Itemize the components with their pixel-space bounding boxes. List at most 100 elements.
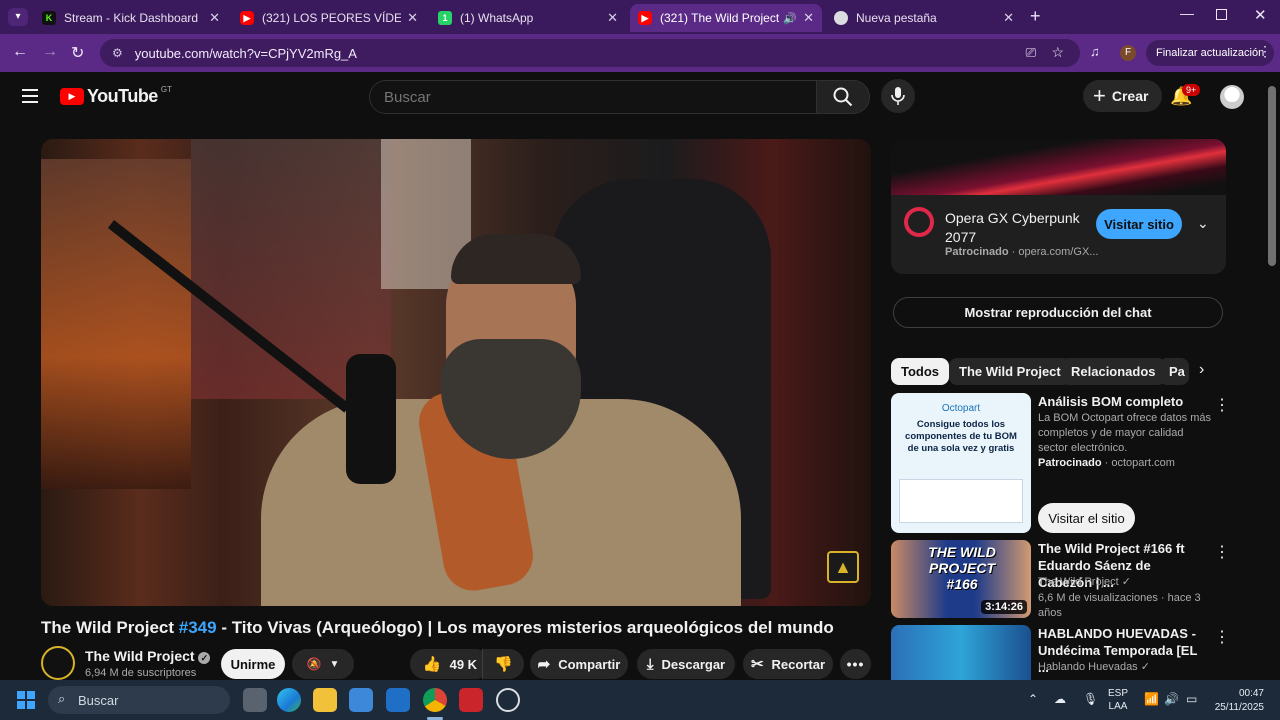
- more-vertical-icon[interactable]: ⋮: [1214, 542, 1230, 562]
- app-red-icon[interactable]: [459, 688, 483, 712]
- rec-channel[interactable]: The Wild Project ✓: [1038, 575, 1131, 590]
- install-icon[interactable]: ⎚: [1026, 45, 1036, 61]
- tab-whatsapp[interactable]: 1 (1) WhatsApp ✕: [430, 4, 626, 32]
- clip-label: Recortar: [771, 656, 826, 672]
- chip-partial[interactable]: Pa: [1159, 358, 1189, 385]
- hashtag-link[interactable]: #349: [179, 618, 217, 637]
- close-window-button[interactable]: ✕: [1254, 6, 1267, 24]
- address-bar[interactable]: ⚙ youtube.com/watch?v=CPjYV2mRg_A ⎚ ☆: [100, 39, 1080, 67]
- close-icon[interactable]: ✕: [1003, 10, 1014, 26]
- volume-icon[interactable]: 🔊: [1164, 692, 1179, 706]
- like-button[interactable]: 👍 49 K: [410, 649, 490, 679]
- clock[interactable]: 00:47 25/11/2025: [1208, 687, 1264, 715]
- sponsored-ad-card[interactable]: Opera GX Cyberpunk 2077 Patrocinado · op…: [891, 139, 1226, 274]
- maximize-button[interactable]: [1216, 9, 1227, 20]
- rec-channel[interactable]: Hablando Huevadas ✓: [1038, 660, 1150, 675]
- wifi-icon[interactable]: 📶: [1144, 692, 1159, 706]
- screenshot-mock: [899, 479, 1023, 523]
- ad-thumbnail[interactable]: Octopart Consigue todos los componentes …: [891, 393, 1031, 533]
- list-item[interactable]: HABLANDO HUEVADAS - Undécima Temporada […: [891, 625, 1226, 680]
- video-thumbnail[interactable]: THE WILD PROJECT #166 3:14:26: [891, 540, 1031, 618]
- taskbar-search-label: Buscar: [78, 692, 119, 708]
- minimize-button[interactable]: —: [1180, 5, 1194, 21]
- more-vertical-icon[interactable]: ⋮: [1214, 395, 1230, 415]
- microphone-icon[interactable]: 🎙: [1083, 692, 1098, 706]
- visit-site-button[interactable]: Visitar el sitio: [1038, 503, 1135, 533]
- clip-button[interactable]: ✂ Recortar: [743, 649, 833, 679]
- rec-sponsored-line: Patrocinado · octopart.com: [1038, 457, 1175, 469]
- windows-start-icon[interactable]: [17, 691, 35, 709]
- chevron-down-icon[interactable]: ⌄: [1197, 215, 1209, 232]
- video-thumbnail[interactable]: [891, 625, 1031, 680]
- rec-title[interactable]: Análisis BOM completo: [1038, 393, 1208, 410]
- close-icon[interactable]: ✕: [209, 10, 220, 26]
- channel-avatar[interactable]: [41, 646, 75, 680]
- close-icon[interactable]: ✕: [803, 10, 814, 26]
- channel-name[interactable]: The Wild Project ✓: [85, 648, 211, 664]
- share-button[interactable]: ➦ Compartir: [530, 649, 628, 679]
- hamburger-menu-icon[interactable]: [22, 89, 38, 103]
- new-tab-button[interactable]: +: [1030, 6, 1041, 27]
- guest-hair: [451, 234, 581, 284]
- chevron-right-icon[interactable]: ›: [1199, 361, 1204, 379]
- download-button[interactable]: ⤓ Descargar: [637, 649, 735, 679]
- dislike-button[interactable]: 👎: [482, 649, 524, 679]
- voice-search-button[interactable]: [881, 79, 915, 113]
- more-actions-button[interactable]: •••: [840, 649, 871, 679]
- site-info-icon[interactable]: ⚙: [112, 46, 123, 60]
- chip-the-wild-project[interactable]: The Wild Project: [949, 358, 1071, 385]
- chrome-icon: [834, 11, 848, 25]
- tab-youtube-1[interactable]: ▶ (321) LOS PEORES VÍDEOS PAR ✕: [232, 4, 426, 32]
- language-indicator[interactable]: ESP LAA: [1108, 687, 1128, 713]
- chip-relacionados[interactable]: Relacionados: [1061, 358, 1166, 385]
- speaker-icon[interactable]: 🔊: [783, 12, 797, 25]
- ad-title[interactable]: Opera GX Cyberpunk 2077: [945, 209, 1085, 247]
- outlook-icon[interactable]: [386, 688, 410, 712]
- chevron-up-icon[interactable]: ⌃: [1028, 692, 1038, 706]
- tab-new-tab[interactable]: Nueva pestaña ✕: [826, 4, 1022, 32]
- join-button[interactable]: Unirme: [221, 649, 285, 679]
- profile-avatar[interactable]: F: [1120, 45, 1136, 61]
- onedrive-icon[interactable]: ☁: [1054, 692, 1066, 706]
- chrome-icon[interactable]: [423, 688, 447, 712]
- microphone: [346, 354, 396, 484]
- more-horizontal-icon: •••: [846, 656, 865, 672]
- account-avatar[interactable]: [1220, 85, 1244, 109]
- app-circle-icon[interactable]: [496, 688, 520, 712]
- visit-site-button[interactable]: Visitar sitio: [1096, 209, 1182, 239]
- chip-todos[interactable]: Todos: [891, 358, 950, 385]
- list-item[interactable]: Octopart Consigue todos los componentes …: [891, 393, 1230, 533]
- subscribed-notifications-button[interactable]: 🔕 ▼: [292, 649, 354, 679]
- create-label: Crear: [1111, 88, 1149, 104]
- media-controls-icon[interactable]: ♫: [1090, 44, 1100, 59]
- page-scrollbar[interactable]: [1268, 86, 1276, 266]
- tab-search-dropdown[interactable]: ▾: [8, 8, 28, 26]
- search-input[interactable]: [369, 80, 817, 114]
- taskbar-search[interactable]: ⌕ Buscar: [48, 686, 230, 714]
- battery-icon[interactable]: ▭: [1186, 692, 1197, 706]
- chat-replay-button[interactable]: Mostrar reproducción del chat: [893, 297, 1223, 328]
- channel-watermark-icon[interactable]: ▲: [827, 551, 859, 583]
- task-view-icon[interactable]: [243, 688, 267, 712]
- close-icon[interactable]: ✕: [407, 10, 418, 26]
- file-explorer-icon[interactable]: [313, 688, 337, 712]
- search-button[interactable]: [816, 80, 870, 114]
- create-button[interactable]: + Crear: [1083, 80, 1163, 112]
- close-icon[interactable]: ✕: [607, 10, 618, 26]
- tab-title: (1) WhatsApp: [460, 11, 534, 25]
- bookmark-star-icon[interactable]: ☆: [1051, 44, 1064, 61]
- list-item[interactable]: THE WILD PROJECT #166 3:14:26 The Wild P…: [891, 540, 1230, 619]
- tab-youtube-active[interactable]: ▶ (321) The Wild Project #349 🔊 ✕: [630, 4, 822, 32]
- forward-button[interactable]: →: [42, 43, 58, 61]
- menu-icon[interactable]: ⋮: [1258, 43, 1272, 60]
- more-vertical-icon[interactable]: ⋮: [1214, 627, 1226, 647]
- tab-kick[interactable]: K Stream - Kick Dashboard ✕: [34, 4, 228, 32]
- reload-button[interactable]: ↻: [71, 43, 84, 63]
- store-icon[interactable]: [349, 688, 373, 712]
- update-button[interactable]: Finalizar actualización: [1146, 40, 1275, 66]
- microphone-icon: [891, 87, 905, 105]
- back-button[interactable]: ←: [12, 43, 28, 61]
- video-player[interactable]: ▲: [41, 139, 871, 606]
- edge-icon[interactable]: [277, 688, 301, 712]
- youtube-logo[interactable]: ▶ YouTube GT: [60, 85, 172, 107]
